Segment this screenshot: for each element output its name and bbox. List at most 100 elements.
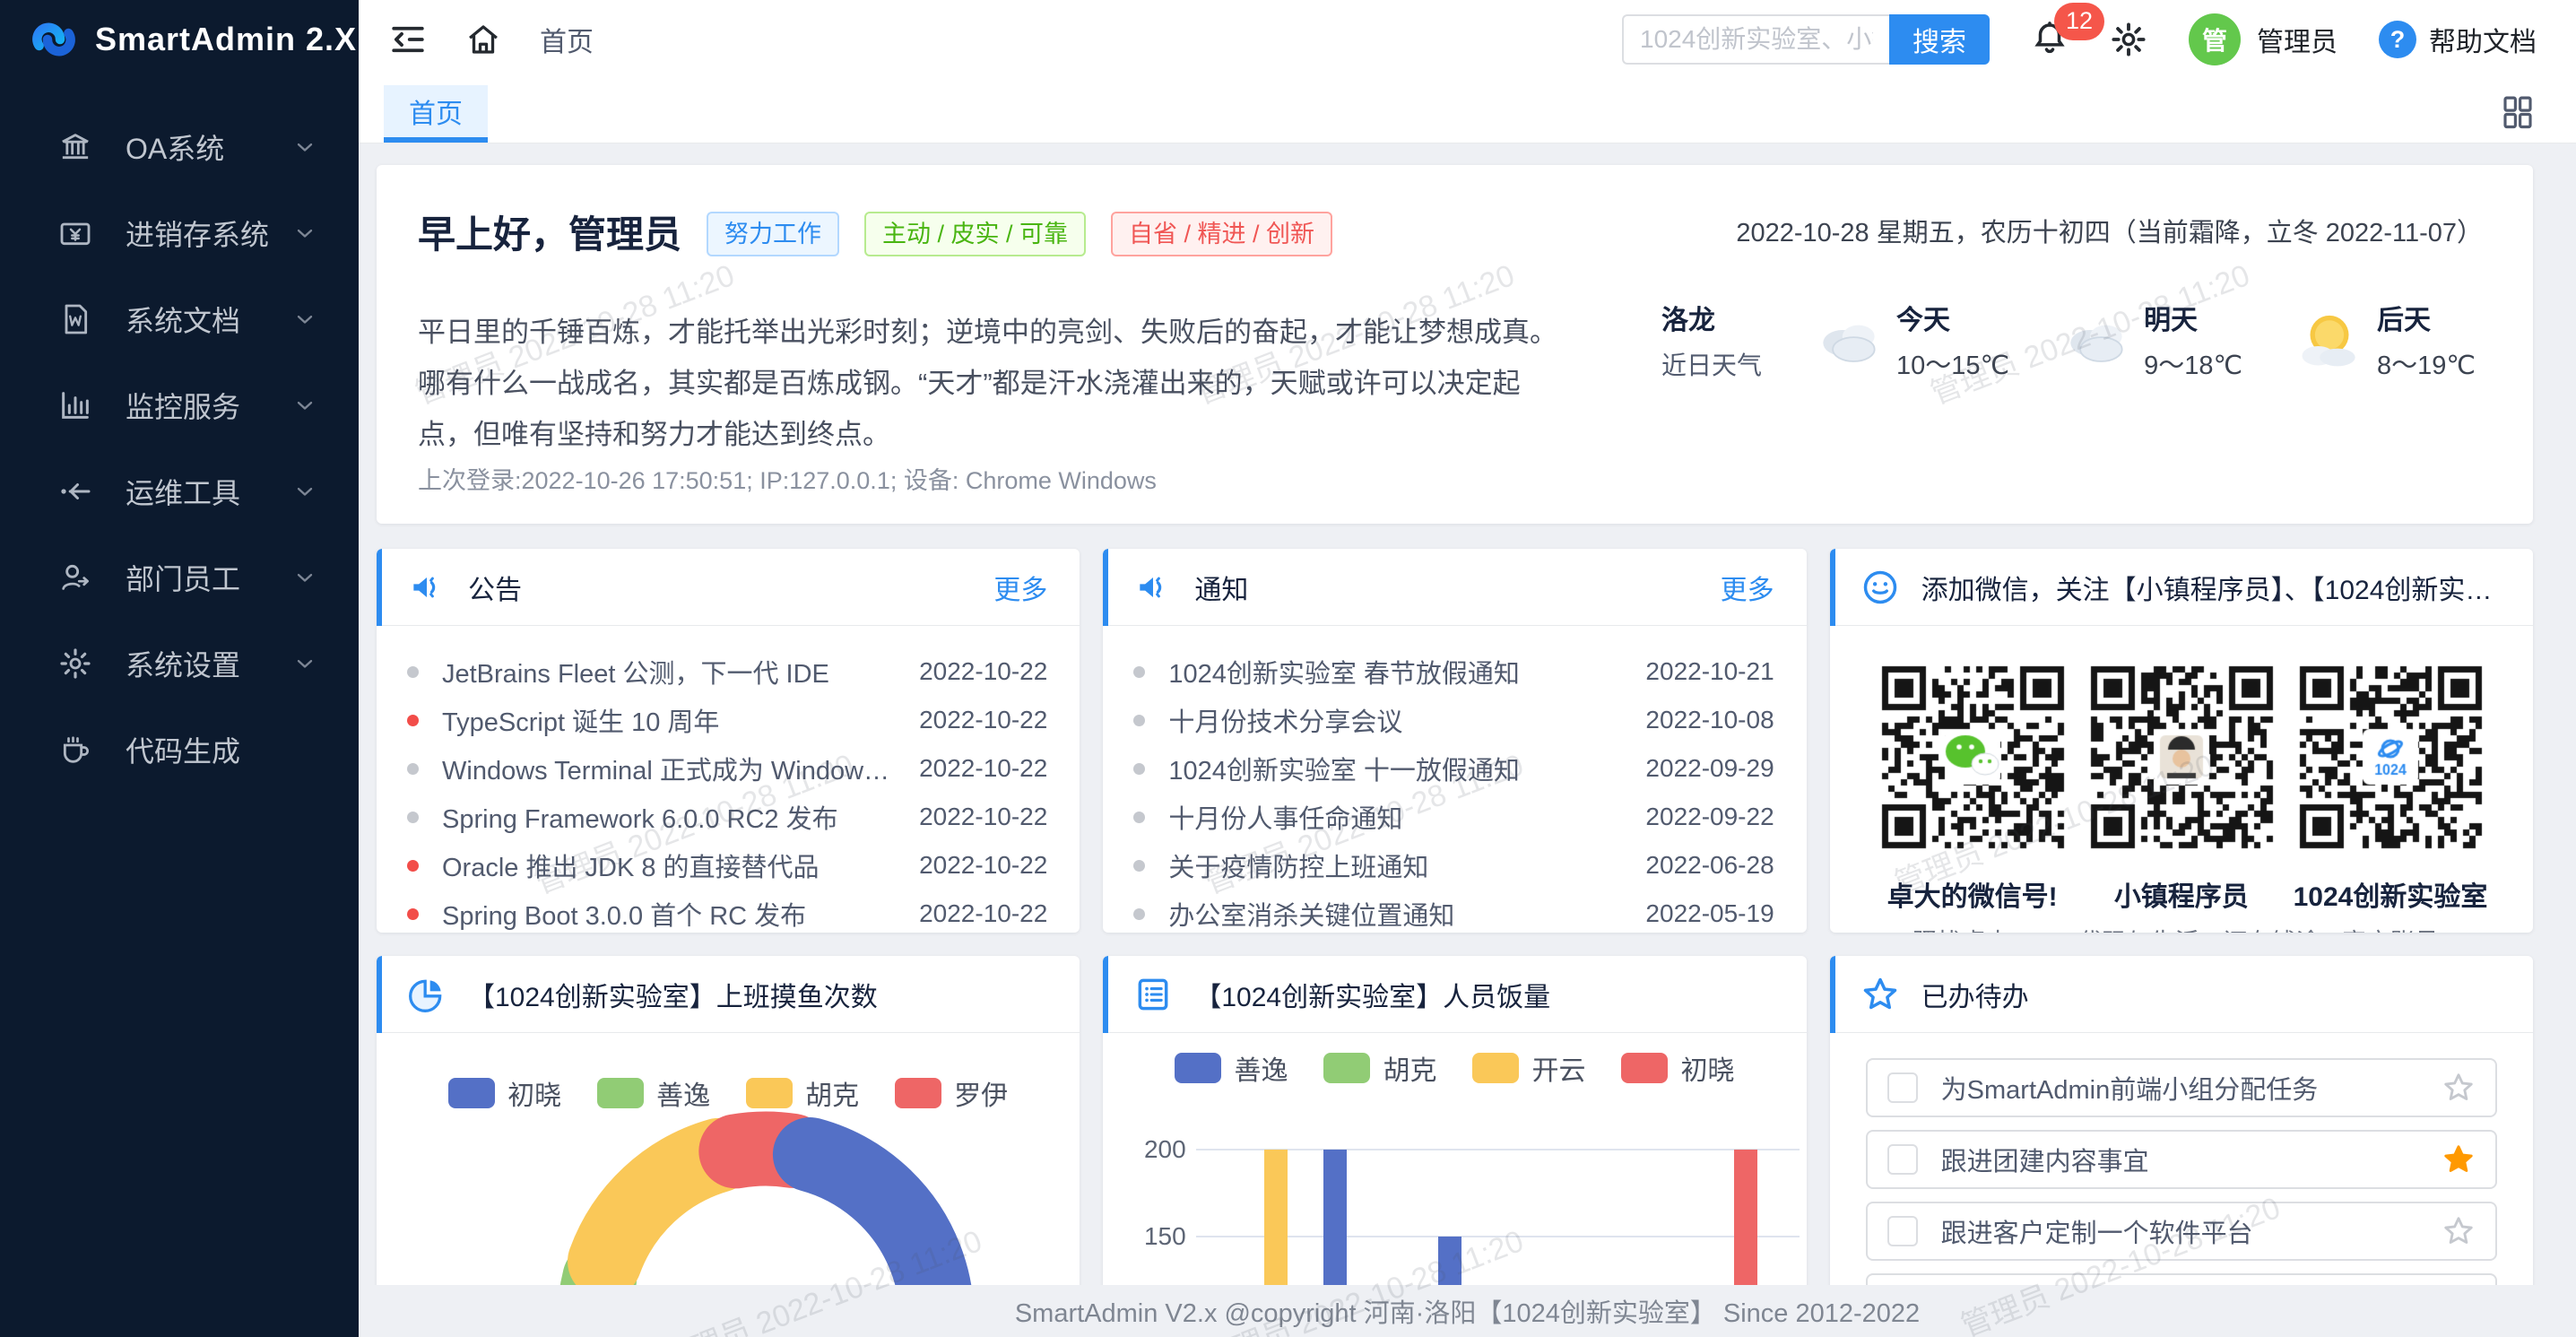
home-icon[interactable] bbox=[464, 21, 502, 58]
motto-text: 平日里的千锤百炼，才能托举出光彩时刻；逆境中的亮剑、失败后的奋起，才能让梦想成真… bbox=[418, 307, 1574, 460]
question-icon: ? bbox=[2379, 21, 2416, 58]
bullet-dot bbox=[407, 908, 419, 920]
list-item[interactable]: 十月份技术分享会议 2022-10-08 bbox=[1133, 696, 1774, 744]
greeting-tag: 主动 / 皮实 / 可靠 bbox=[864, 212, 1086, 256]
todo-item[interactable]: 跟进客户定制一个软件平台 bbox=[1866, 1202, 2497, 1261]
card-accent-bar bbox=[377, 956, 382, 1033]
page-footer: SmartAdmin V2.x @copyright 河南·洛阳【1024创新实… bbox=[359, 1285, 2576, 1337]
notifications[interactable]: 12 bbox=[2031, 19, 2069, 61]
legend-item[interactable]: 胡克 bbox=[1323, 1048, 1436, 1088]
chevron-down-icon bbox=[292, 221, 317, 246]
bell-icon[interactable] bbox=[2031, 45, 2069, 60]
layout-grid-icon[interactable] bbox=[2499, 92, 2537, 130]
list-item[interactable]: 1024创新实验室 春节放假通知 2022-10-21 bbox=[1133, 647, 1774, 696]
sidebar-item-进销存系统[interactable]: 进销存系统 bbox=[0, 190, 359, 276]
todo-checkbox[interactable] bbox=[1887, 1144, 1918, 1175]
search-input[interactable] bbox=[1622, 14, 1889, 65]
card-accent-bar bbox=[1103, 549, 1108, 626]
user-menu[interactable]: 管 管理员 bbox=[2189, 13, 2337, 65]
collapse-sidebar-icon[interactable] bbox=[389, 21, 427, 58]
donut-segment-胡克 bbox=[605, 1155, 719, 1261]
qr-code-image bbox=[1872, 656, 2073, 857]
user-name: 管理员 bbox=[2257, 20, 2337, 59]
settings-icon bbox=[57, 646, 93, 682]
speaker-icon bbox=[1133, 568, 1173, 607]
avatar[interactable]: 管 bbox=[2189, 13, 2241, 65]
legend-item[interactable]: 善逸 bbox=[1175, 1048, 1288, 1088]
todo-item[interactable]: 为SmartAdmin前端小组分配任务 bbox=[1866, 1058, 2497, 1117]
card-title: 【1024创新实验室】上班摸鱼次数 bbox=[468, 975, 1047, 1014]
list-item[interactable]: 办公室消杀关键位置通知 2022-05-19 bbox=[1133, 890, 1774, 933]
list-item[interactable]: Oracle 推出 JDK 8 的直接替代品 2022-10-22 bbox=[407, 841, 1047, 890]
bullet-dot bbox=[1133, 860, 1145, 872]
gear-icon[interactable] bbox=[2110, 21, 2147, 58]
app-title: SmartAdmin 2.X bbox=[95, 21, 357, 58]
help-link[interactable]: ? 帮助文档 bbox=[2379, 20, 2537, 59]
sidebar-item-系统设置[interactable]: 系统设置 bbox=[0, 621, 359, 707]
welcome-card: 早上好，管理员 努力工作主动 / 皮实 / 可靠自省 / 精进 / 创新 202… bbox=[377, 165, 2533, 524]
list-item[interactable]: TypeScript 诞生 10 周年 2022-10-22 bbox=[407, 696, 1047, 744]
list-item[interactable]: Spring Framework 6.0.0 RC2 发布 2022-10-22 bbox=[407, 793, 1047, 841]
list-item[interactable]: Spring Boot 3.0.0 首个 RC 发布 2022-10-22 bbox=[407, 890, 1047, 933]
card-accent-bar bbox=[377, 549, 382, 626]
word-doc-icon bbox=[57, 301, 93, 337]
legend-item[interactable]: 初晓 bbox=[1621, 1048, 1734, 1088]
list-item[interactable]: 关于疫情防控上班通知 2022-06-28 bbox=[1133, 841, 1774, 890]
sidebar-item-运维工具[interactable]: 运维工具 bbox=[0, 448, 359, 534]
sun-icon bbox=[2291, 307, 2368, 374]
list-item[interactable]: JetBrains Fleet 公测，下一代 IDE 2022-10-22 bbox=[407, 647, 1047, 696]
bullet-dot bbox=[1133, 715, 1145, 726]
todo-item[interactable]: 跟进团建内容事宜 bbox=[1866, 1130, 2497, 1189]
tab-home[interactable]: 首页 bbox=[384, 85, 488, 143]
code-gen-icon bbox=[57, 732, 93, 768]
card-title: 添加微信，关注【小镇程序员】、【1024创新实验室】 bbox=[1921, 568, 2501, 607]
qr-code-item: 小镇程序员 代码与生活，还有钱途 bbox=[2078, 656, 2285, 933]
search-button[interactable]: 搜索 bbox=[1889, 14, 1990, 65]
bullet-dot bbox=[1133, 908, 1145, 920]
chevron-down-icon bbox=[292, 651, 317, 676]
sidebar-item-OA系统[interactable]: OA系统 bbox=[0, 104, 359, 190]
sidebar-item-部门员工[interactable]: 部门员工 bbox=[0, 534, 359, 621]
main-area: 首页 搜索 12 管 管理员 bbox=[359, 0, 2576, 1337]
list-item[interactable]: 1024创新实验室 十一放假通知 2022-09-29 bbox=[1133, 744, 1774, 793]
bullet-dot bbox=[1133, 763, 1145, 775]
smiley-icon bbox=[1860, 568, 1900, 607]
monitor-chart-icon bbox=[57, 387, 93, 423]
bullet-dot bbox=[407, 812, 419, 823]
sidebar-item-监控服务[interactable]: 监控服务 bbox=[0, 362, 359, 448]
wechat-card: 添加微信，关注【小镇程序员】、【1024创新实验室】 卓大的微信号! 骚扰卓大 … bbox=[1830, 549, 2533, 933]
star-toggle-icon[interactable] bbox=[2442, 1142, 2476, 1176]
notices-more-link[interactable]: 更多 bbox=[1721, 568, 1774, 607]
sidebar-item-代码生成[interactable]: 代码生成 bbox=[0, 707, 359, 793]
chevron-down-icon bbox=[292, 479, 317, 504]
list-item[interactable]: 十月份人事任命通知 2022-09-22 bbox=[1133, 793, 1774, 841]
content: 早上好，管理员 努力工作主动 / 皮实 / 可靠自省 / 精进 / 创新 202… bbox=[359, 143, 2576, 1337]
star-toggle-icon[interactable] bbox=[2442, 1071, 2476, 1105]
help-label: 帮助文档 bbox=[2429, 20, 2537, 59]
notification-badge: 12 bbox=[2054, 3, 2104, 40]
fish-chart-card: 【1024创新实验室】上班摸鱼次数 初晓 善逸 胡克 罗伊 bbox=[377, 956, 1080, 1333]
todo-checkbox[interactable] bbox=[1887, 1216, 1918, 1246]
chevron-down-icon bbox=[292, 393, 317, 418]
tabbar: 首页 bbox=[359, 79, 2576, 143]
bullet-dot bbox=[1133, 812, 1145, 823]
list-item[interactable]: Windows Terminal 正式成为 Windows 11 ... 202… bbox=[407, 744, 1047, 793]
greeting-title: 早上好，管理员 bbox=[418, 204, 681, 259]
star-toggle-icon[interactable] bbox=[2442, 1214, 2476, 1248]
meal-chart-card: 【1024创新实验室】人员饭量 善逸 胡克 开云 初晓 200150 bbox=[1103, 956, 1806, 1333]
announcements-more-link[interactable]: 更多 bbox=[993, 568, 1047, 607]
qr-code-image bbox=[2081, 656, 2282, 857]
copyright-text: SmartAdmin V2.x @copyright 河南·洛阳【1024创新实… bbox=[1015, 1292, 1920, 1330]
sidebar-item-系统文档[interactable]: 系统文档 bbox=[0, 276, 359, 362]
todo-checkbox[interactable] bbox=[1887, 1072, 1918, 1103]
date-line: 2022-10-28 星期五，农历十初四（当前霜降，立冬 2022-11-07） bbox=[1736, 212, 2483, 249]
breadcrumb[interactable]: 首页 bbox=[540, 20, 594, 59]
star-icon bbox=[1860, 975, 1900, 1014]
smartadmin-logo-icon bbox=[29, 14, 79, 65]
sidebar: SmartAdmin 2.X OA系统 进销存系统 系统文档 监控服务 运维工具… bbox=[0, 0, 359, 1337]
ops-tools-icon bbox=[57, 473, 93, 509]
bullet-dot bbox=[407, 763, 419, 775]
legend-item[interactable]: 开云 bbox=[1472, 1048, 1585, 1088]
weather-day: 今天10～15℃ bbox=[1810, 298, 2009, 382]
cloud-icon bbox=[2058, 307, 2135, 374]
